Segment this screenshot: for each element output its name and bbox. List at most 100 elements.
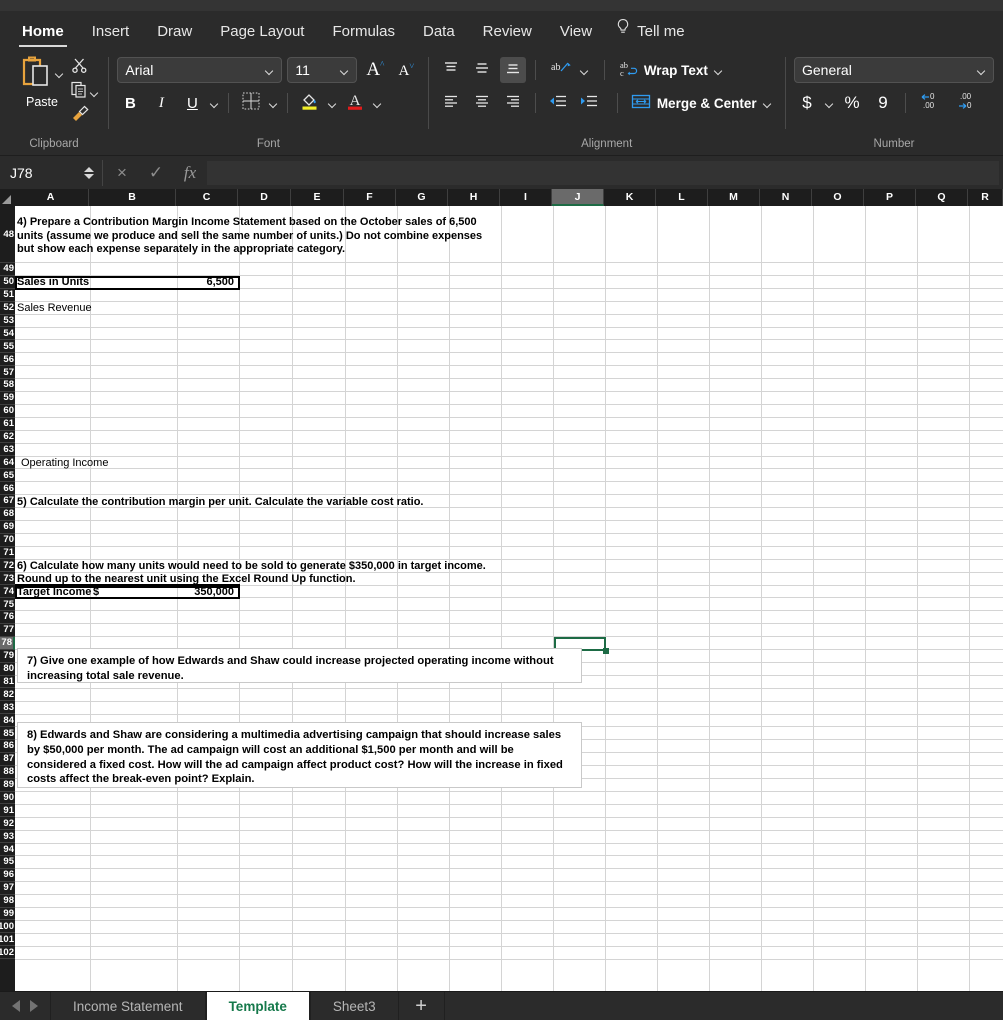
confirm-formula-button[interactable]: ✓ bbox=[139, 163, 173, 183]
sheet-tab-template[interactable]: Template bbox=[205, 992, 310, 1020]
row-header-85[interactable]: 85 bbox=[0, 727, 15, 740]
cell-a48[interactable]: 4) Prepare a Contribution Margin Income … bbox=[15, 206, 485, 263]
increase-font-size-button[interactable]: A^ bbox=[362, 57, 388, 83]
currency-button[interactable]: $ bbox=[794, 90, 820, 116]
formula-input[interactable] bbox=[207, 160, 999, 185]
row-header-98[interactable]: 98 bbox=[0, 895, 15, 908]
cell-a52[interactable]: Sales Revenue bbox=[15, 302, 615, 315]
row-header-53[interactable]: 53 bbox=[0, 315, 15, 328]
row-header-65[interactable]: 65 bbox=[0, 469, 15, 483]
column-header-f[interactable]: F bbox=[344, 189, 396, 206]
row-header-81[interactable]: 81 bbox=[0, 676, 15, 689]
column-header-a[interactable]: A bbox=[13, 189, 89, 206]
tab-view[interactable]: View bbox=[546, 15, 606, 49]
copy-dropdown-chevron-icon[interactable] bbox=[90, 88, 99, 97]
tab-insert[interactable]: Insert bbox=[78, 15, 144, 49]
row-header-61[interactable]: 61 bbox=[0, 418, 15, 431]
paste-button[interactable]: Paste bbox=[17, 54, 67, 126]
font-size-combo[interactable]: 11 bbox=[287, 57, 358, 83]
comma-style-button[interactable]: 9 bbox=[870, 90, 896, 116]
row-header-82[interactable]: 82 bbox=[0, 688, 15, 702]
row-header-56[interactable]: 56 bbox=[0, 353, 15, 367]
merge-center-chevron-icon[interactable] bbox=[763, 99, 772, 108]
row-header-84[interactable]: 84 bbox=[0, 714, 15, 728]
font-name-combo[interactable]: Arial bbox=[117, 57, 283, 83]
column-header-g[interactable]: G bbox=[396, 189, 448, 206]
row-header-88[interactable]: 88 bbox=[0, 766, 15, 779]
column-header-o[interactable]: O bbox=[812, 189, 864, 206]
cell-area[interactable]: 4) Prepare a Contribution Margin Income … bbox=[15, 206, 1003, 991]
row-header-86[interactable]: 86 bbox=[0, 740, 15, 753]
row-header-51[interactable]: 51 bbox=[0, 289, 15, 302]
row-header-83[interactable]: 83 bbox=[0, 701, 15, 715]
column-header-i[interactable]: I bbox=[500, 189, 552, 206]
align-center-button[interactable] bbox=[469, 90, 495, 116]
row-header-73[interactable]: 73 bbox=[0, 572, 15, 586]
italic-button[interactable]: I bbox=[148, 90, 174, 116]
column-header-c[interactable]: C bbox=[176, 189, 238, 206]
tell-me-button[interactable]: Tell me bbox=[606, 15, 695, 49]
row-header-57[interactable]: 57 bbox=[0, 366, 15, 380]
format-painter-button[interactable] bbox=[71, 105, 99, 126]
row-header-54[interactable]: 54 bbox=[0, 327, 15, 341]
next-sheet-icon[interactable] bbox=[30, 1000, 38, 1012]
fill-color-dropdown-chevron-icon[interactable] bbox=[328, 99, 337, 108]
column-header-e[interactable]: E bbox=[291, 189, 344, 206]
decrease-indent-button[interactable] bbox=[545, 90, 571, 116]
borders-button[interactable] bbox=[238, 90, 264, 116]
sheet-tab-sheet3[interactable]: Sheet3 bbox=[309, 992, 399, 1020]
row-header-60[interactable]: 60 bbox=[0, 405, 15, 418]
textbox-question-8[interactable]: 8) Edwards and Shaw are considering a mu… bbox=[17, 722, 582, 789]
add-sheet-button[interactable]: + bbox=[399, 992, 445, 1020]
row-header-74[interactable]: 74 bbox=[0, 585, 15, 599]
align-bottom-button[interactable] bbox=[499, 57, 526, 83]
merge-center-button[interactable]: Merge & Center bbox=[627, 90, 776, 116]
row-header-100[interactable]: 100 bbox=[0, 920, 15, 934]
align-top-button[interactable] bbox=[438, 57, 464, 83]
column-header-j[interactable]: J bbox=[552, 189, 604, 206]
row-header-75[interactable]: 75 bbox=[0, 598, 15, 612]
increase-decimal-button[interactable]: 0.00 bbox=[915, 90, 947, 116]
bold-button[interactable]: B bbox=[117, 90, 143, 116]
fill-color-button[interactable] bbox=[297, 90, 323, 116]
wrap-text-chevron-icon[interactable] bbox=[714, 66, 723, 75]
underline-dropdown-chevron-icon[interactable] bbox=[210, 99, 219, 108]
row-header-80[interactable]: 80 bbox=[0, 663, 15, 676]
align-middle-button[interactable] bbox=[469, 57, 495, 83]
column-header-p[interactable]: P bbox=[864, 189, 916, 206]
tab-draw[interactable]: Draw bbox=[143, 15, 206, 49]
decrease-decimal-button[interactable]: .00 0 bbox=[952, 90, 984, 116]
column-header-d[interactable]: D bbox=[238, 189, 291, 206]
column-header-k[interactable]: K bbox=[604, 189, 656, 206]
row-header-77[interactable]: 77 bbox=[0, 624, 15, 637]
row-header-101[interactable]: 101 bbox=[0, 933, 15, 947]
name-box[interactable]: J78 bbox=[4, 160, 100, 186]
row-header-66[interactable]: 66 bbox=[0, 482, 15, 496]
name-box-spinner[interactable] bbox=[84, 166, 94, 179]
percent-button[interactable]: % bbox=[839, 90, 865, 116]
row-header-72[interactable]: 72 bbox=[0, 559, 15, 573]
column-header-q[interactable]: Q bbox=[916, 189, 968, 206]
row-header-62[interactable]: 62 bbox=[0, 431, 15, 444]
number-format-combo[interactable]: General bbox=[794, 57, 994, 83]
tab-data[interactable]: Data bbox=[409, 15, 469, 49]
cancel-formula-button[interactable]: × bbox=[105, 163, 139, 183]
row-header-58[interactable]: 58 bbox=[0, 379, 15, 392]
copy-button[interactable] bbox=[71, 81, 99, 103]
align-right-button[interactable] bbox=[500, 90, 526, 116]
row-header-63[interactable]: 63 bbox=[0, 443, 15, 457]
select-all-corner[interactable] bbox=[0, 189, 13, 206]
wrap-text-button[interactable]: ab c Wrap Text bbox=[614, 57, 727, 83]
increase-indent-button[interactable] bbox=[576, 90, 602, 116]
column-header-l[interactable]: L bbox=[656, 189, 708, 206]
sheet-nav-arrows[interactable] bbox=[0, 992, 50, 1020]
row-header-76[interactable]: 76 bbox=[0, 611, 15, 624]
cell-a67[interactable]: 5) Calculate the contribution margin per… bbox=[15, 495, 615, 508]
row-header-94[interactable]: 94 bbox=[0, 843, 15, 856]
cell-a64[interactable]: Operating Income bbox=[15, 457, 615, 470]
row-header-87[interactable]: 87 bbox=[0, 753, 15, 766]
font-color-dropdown-chevron-icon[interactable] bbox=[373, 99, 382, 108]
row-header-52[interactable]: 52 bbox=[0, 302, 15, 315]
row-header-92[interactable]: 92 bbox=[0, 817, 15, 831]
font-color-button[interactable]: A bbox=[342, 90, 368, 116]
